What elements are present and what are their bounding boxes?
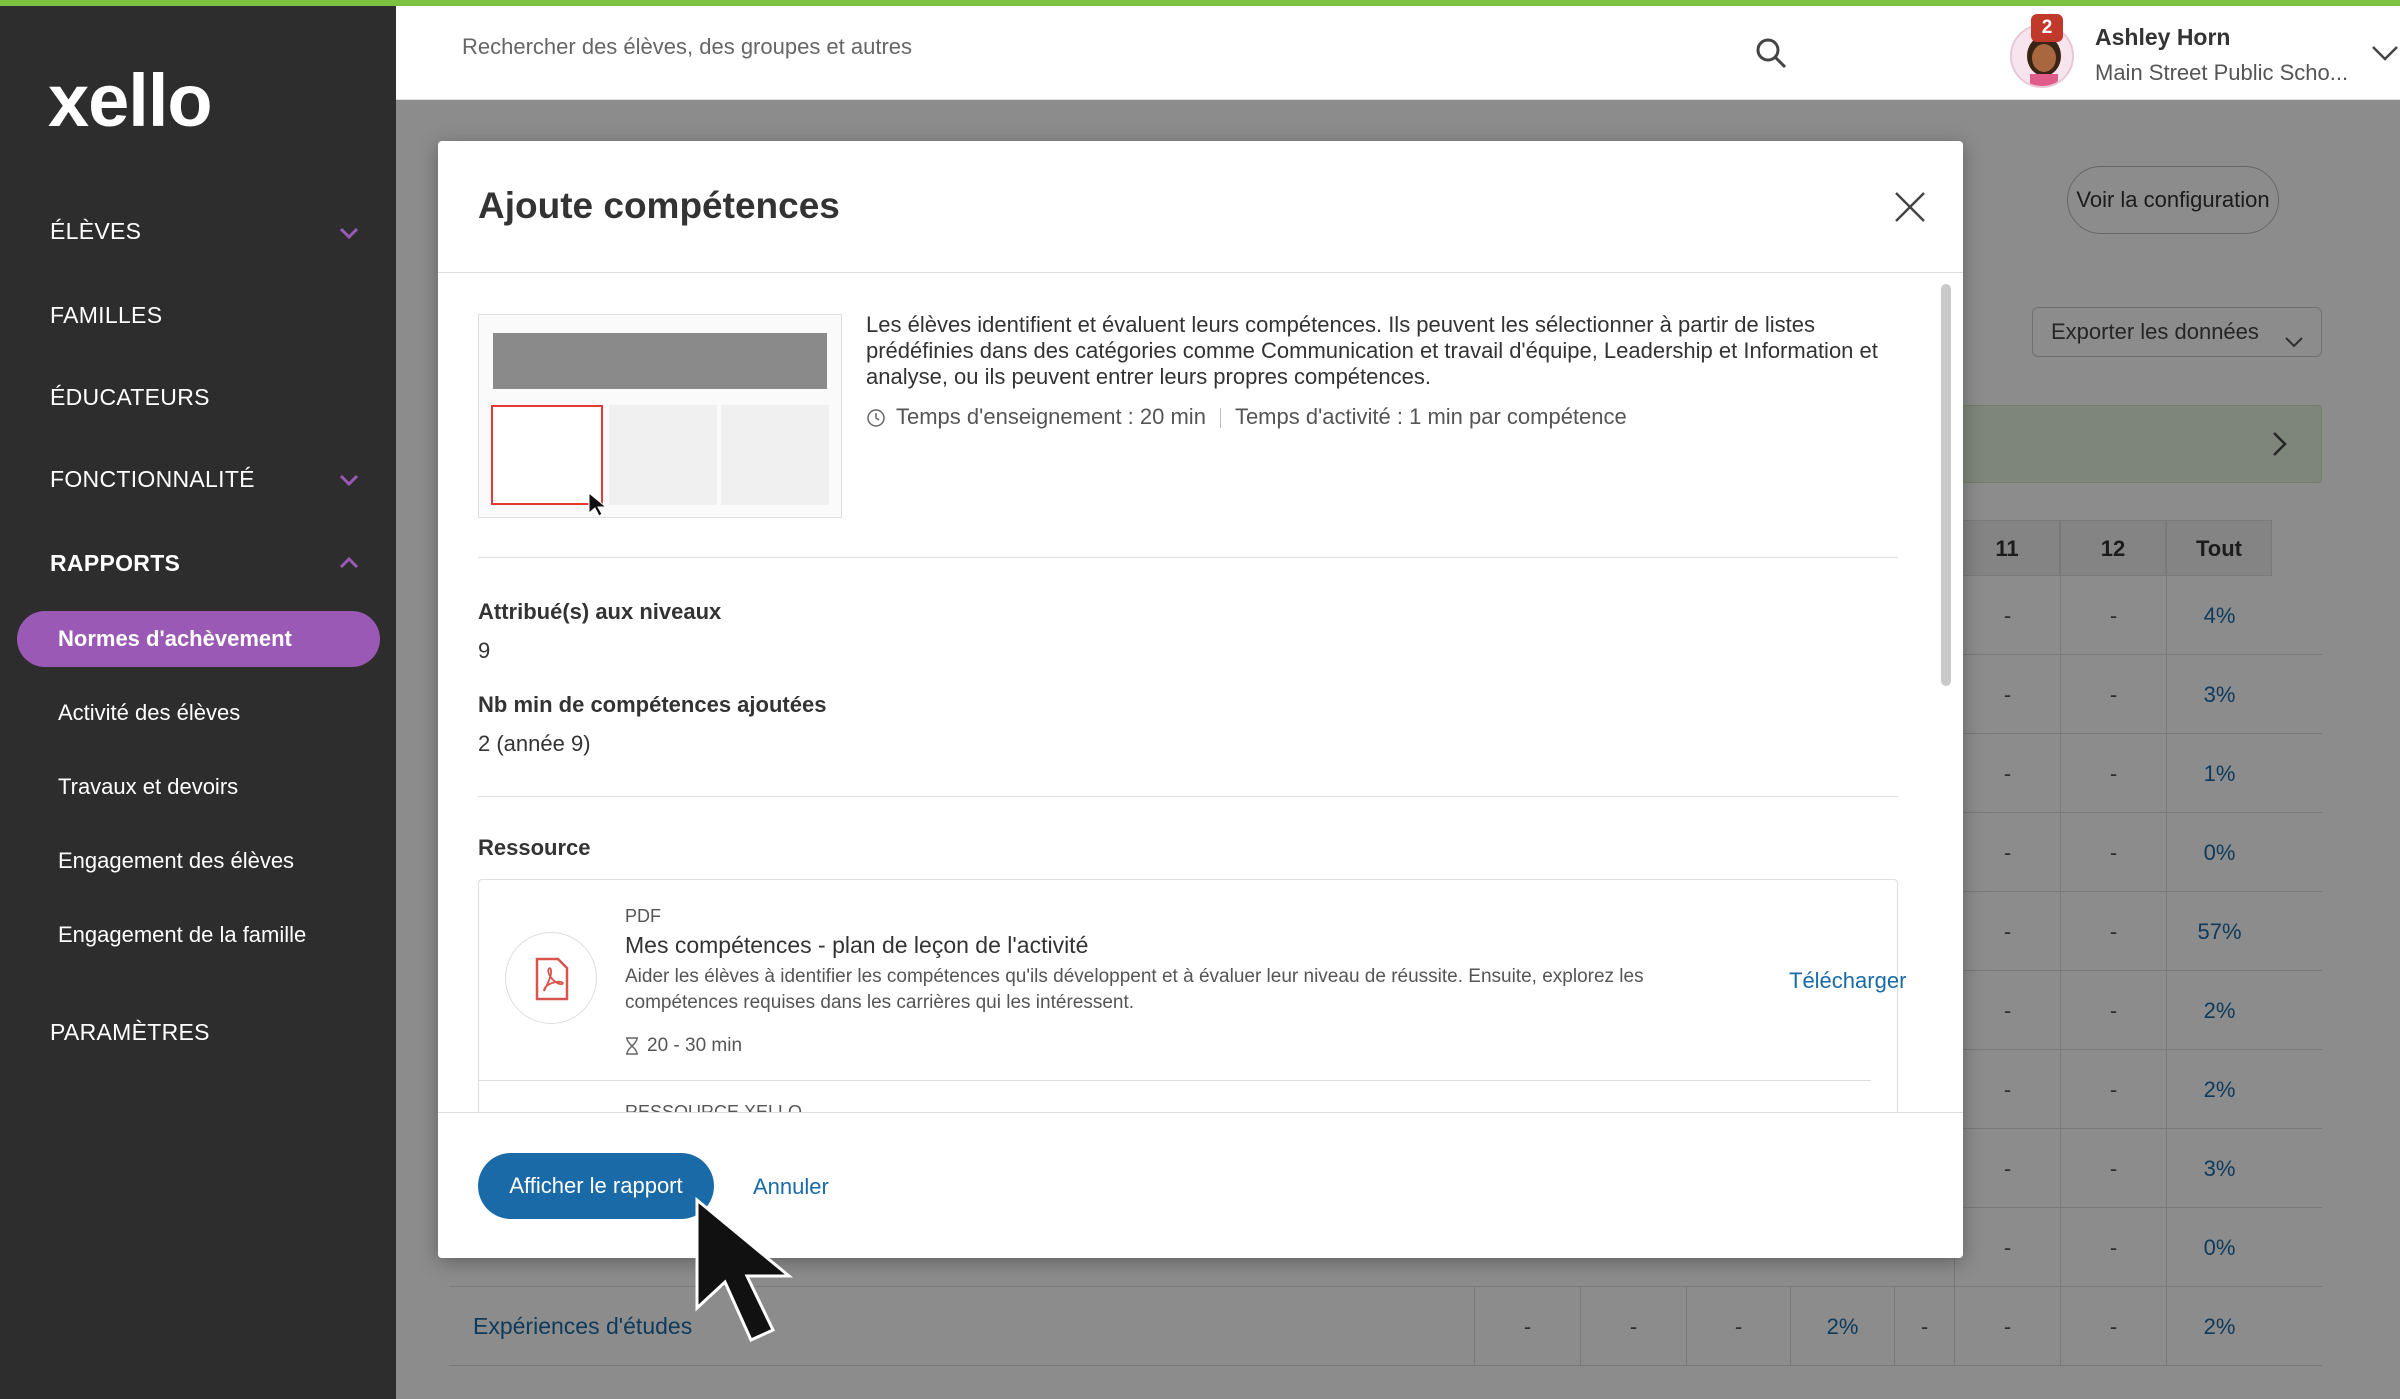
activity-thumbnail	[478, 314, 842, 518]
sidebar-item-engagement-famille[interactable]: Engagement de la famille	[58, 922, 306, 948]
teaching-time: Temps d'enseignement : 20 min	[896, 404, 1206, 429]
modal-header: Ajoute compétences	[438, 141, 1963, 273]
resource-description: Aider les élèves à identifier les compét…	[625, 966, 1644, 1013]
chevron-down-icon[interactable]	[336, 467, 362, 493]
sidebar-item-normes-achevement[interactable]: Normes d'achèvement	[17, 611, 380, 667]
search-icon[interactable]	[1754, 36, 1788, 70]
nav-educateurs[interactable]: ÉDUCATEURS	[50, 384, 210, 411]
sidebar-item-engagement-eleves[interactable]: Engagement des élèves	[58, 848, 294, 874]
resource-duration: 20 - 30 min	[625, 1035, 742, 1057]
view-report-button[interactable]: Afficher le rapport	[478, 1153, 714, 1219]
min-skills-value: 2 (année 9)	[478, 731, 591, 756]
notification-badge[interactable]: 2	[2031, 14, 2063, 42]
divider	[479, 1080, 1871, 1081]
modal-footer: Afficher le rapport Annuler	[438, 1112, 1963, 1258]
resource-title: Mes compétences - plan de leçon de l'act…	[625, 932, 1089, 958]
pdf-icon	[505, 932, 597, 1024]
nav-familles[interactable]: FAMILLES	[50, 302, 162, 329]
sidebar-item-label: Normes d'achèvement	[58, 626, 292, 651]
resource-duration-text: 20 - 30 min	[647, 1035, 743, 1056]
modal-body[interactable]: Les élèves identifient et évaluent leurs…	[438, 274, 1963, 1112]
top-header: 2 Ashley Horn Main Street Public Scho...	[396, 6, 2400, 100]
xello-logo[interactable]: xello	[48, 58, 213, 143]
nav-eleves[interactable]: ÉLÈVES	[50, 218, 141, 245]
divider	[478, 557, 1898, 558]
levels-label: Attribué(s) aux niveaux	[478, 599, 722, 624]
resource-type: RESSOURCE XELLO	[625, 1102, 803, 1112]
mouse-cursor-icon	[693, 1196, 823, 1344]
activity-time: Temps d'activité : 1 min par compétence	[1234, 404, 1627, 429]
thumbnail-panel	[721, 405, 829, 505]
divider	[478, 796, 1898, 797]
resource-label: Ressource	[478, 835, 591, 860]
sidebar: xello ÉLÈVES FAMILLES ÉDUCATEURS FONCTIO…	[0, 0, 396, 1399]
activity-detail-modal: Ajoute compétences Les élèves identifien…	[438, 141, 1963, 1258]
logo-text: xello	[48, 59, 213, 142]
meta-separator	[1219, 408, 1221, 429]
hourglass-icon	[626, 1037, 638, 1055]
nav-parametres[interactable]: PARAMÈTRES	[50, 1019, 210, 1046]
cursor-icon	[587, 491, 609, 517]
chevron-down-icon[interactable]	[2370, 42, 2400, 64]
resource-card: PDF Mes compétences - plan de leçon de l…	[478, 879, 1906, 1112]
levels-value: 9	[478, 638, 491, 663]
chevron-up-icon[interactable]	[336, 550, 362, 576]
thumbnail-highlight	[491, 405, 603, 505]
thumbnail-panel	[609, 405, 717, 505]
scrollbar[interactable]	[1941, 284, 1951, 686]
clock-icon	[866, 408, 886, 428]
user-name: Ashley Horn	[2095, 24, 2231, 50]
activity-meta: Temps d'enseignement : 20 min Temps d'act…	[866, 404, 1627, 430]
close-icon[interactable]	[1892, 189, 1928, 225]
chevron-down-icon[interactable]	[336, 220, 362, 246]
search-input[interactable]	[462, 34, 1762, 60]
top-accent-line	[0, 0, 2400, 6]
thumbnail-header	[493, 333, 827, 389]
sidebar-item-activite-eleves[interactable]: Activité des élèves	[58, 700, 240, 726]
sidebar-item-travaux-devoirs[interactable]: Travaux et devoirs	[58, 774, 238, 800]
nav-fonctionnalite[interactable]: FONCTIONNALITÉ	[50, 466, 255, 493]
modal-title: Ajoute compétences	[478, 185, 840, 226]
nav-rapports[interactable]: RAPPORTS	[50, 550, 180, 577]
user-school: Main Street Public Scho...	[2095, 60, 2349, 85]
activity-description: Les élèves identifient et évaluent leurs…	[866, 312, 1878, 389]
download-link[interactable]: Télécharger	[1789, 968, 1906, 994]
min-skills-label: Nb min de compétences ajoutées	[478, 692, 827, 717]
resource-type: PDF	[625, 906, 661, 926]
